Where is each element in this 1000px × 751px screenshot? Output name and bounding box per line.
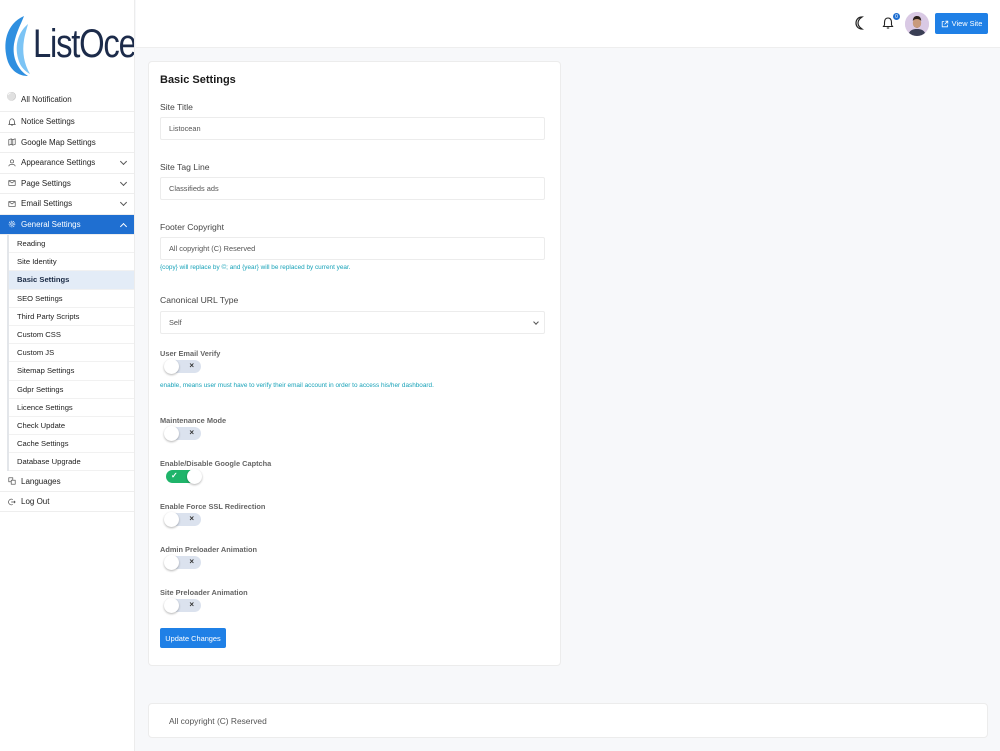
canonical-url-type-select[interactable]: Self xyxy=(160,311,545,334)
logo[interactable]: ListOcean xyxy=(0,0,135,92)
sidebar-item-languages[interactable]: Languages xyxy=(0,471,134,492)
canonical-url-type-value: Self xyxy=(169,318,182,327)
site-tag-line-input[interactable]: Classifieds ads xyxy=(160,177,545,200)
force-ssl-toggle[interactable]: × xyxy=(164,512,201,527)
notification-count-badge: 0 xyxy=(893,13,900,20)
submenu-item-licence-settings[interactable]: Licence Settings xyxy=(9,399,134,417)
google-captcha-label: Enable/Disable Google Captcha xyxy=(160,459,272,468)
sidebar-item-email-settings[interactable]: Email Settings xyxy=(0,194,134,215)
toggle-knob xyxy=(164,598,179,613)
submenu-item-custom-js[interactable]: Custom JS xyxy=(9,344,134,363)
submenu-item-sitemap-settings[interactable]: Sitemap Settings xyxy=(9,362,134,381)
submenu-item-cache-settings[interactable]: Cache Settings xyxy=(9,435,134,454)
sidebar: ListOcean ⚪ All Notification Notice Sett… xyxy=(0,0,135,751)
site-preloader-toggle[interactable]: × xyxy=(164,598,201,613)
submenu-item-check-update[interactable]: Check Update xyxy=(9,417,134,436)
language-icon xyxy=(7,477,16,486)
user-email-verify-help: enable, means user must have to verify t… xyxy=(160,382,434,389)
mail-icon xyxy=(7,179,16,188)
admin-preloader-label: Admin Preloader Animation xyxy=(160,545,258,554)
sidebar-item-appearance-settings[interactable]: Appearance Settings xyxy=(0,153,134,174)
sidebar-item-page-settings[interactable]: Page Settings xyxy=(0,174,134,194)
submenu-item-custom-css[interactable]: Custom CSS xyxy=(9,326,134,345)
sidebar-item-general-settings[interactable]: General Settings xyxy=(0,214,134,235)
google-captcha-toggle[interactable]: ✓ xyxy=(166,469,202,484)
toggle-knob xyxy=(164,512,179,527)
submenu-item-basic-settings[interactable]: Basic Settings xyxy=(9,271,134,290)
sidebar-item-notice-settings[interactable]: Notice Settings xyxy=(0,112,134,133)
submenu-item-site-identity[interactable]: Site Identity xyxy=(9,253,134,272)
avatar-image xyxy=(905,12,929,36)
site-title-label: Site Title xyxy=(160,102,193,112)
people-icon xyxy=(7,158,16,167)
site-tag-line-label: Site Tag Line xyxy=(160,162,210,172)
toggle-knob xyxy=(164,359,179,374)
user-avatar[interactable] xyxy=(905,12,929,36)
chevron-up-icon xyxy=(119,222,128,230)
maintenance-mode-toggle[interactable]: × xyxy=(164,426,201,441)
bell-icon: ⚪ xyxy=(6,92,17,101)
x-icon: × xyxy=(189,600,194,609)
toggle-knob xyxy=(187,469,202,484)
update-changes-button[interactable]: Update Changes xyxy=(160,628,226,648)
x-icon: × xyxy=(189,557,194,566)
chevron-down-icon xyxy=(119,198,128,207)
chevron-down-icon xyxy=(119,178,128,186)
submenu-item-reading[interactable]: Reading xyxy=(9,235,134,254)
map-icon xyxy=(7,138,16,147)
maintenance-mode-label: Maintenance Mode xyxy=(160,416,227,425)
notification-bell-icon[interactable] xyxy=(882,16,894,30)
submenu-item-gdpr-settings[interactable]: Gdpr Settings xyxy=(9,381,134,399)
footer-copyright-label: Footer Copyright xyxy=(160,222,225,232)
chevron-down-icon xyxy=(119,157,128,166)
bell-icon xyxy=(7,117,16,126)
x-icon: × xyxy=(189,514,194,523)
toggle-knob xyxy=(164,426,179,441)
external-link-icon xyxy=(941,20,948,27)
site-preloader-label: Site Preloader Animation xyxy=(160,588,248,597)
sidebar-item-all-notification[interactable]: ⚪ All Notification xyxy=(0,92,134,112)
footer-copyright-input[interactable]: All copyright (C) Reserved xyxy=(160,237,545,260)
admin-preloader-toggle[interactable]: × xyxy=(164,555,201,570)
logo-mark-icon xyxy=(5,16,30,76)
gear-icon xyxy=(7,220,16,229)
submenu-item-database-upgrade[interactable]: Database Upgrade xyxy=(9,453,134,472)
basic-settings-card: Basic Settings Site Title Listocean Site… xyxy=(148,61,561,666)
toggle-knob xyxy=(164,555,179,570)
sidebar-item-log-out[interactable]: Log Out xyxy=(0,492,134,513)
chevron-down-icon xyxy=(533,319,539,325)
page-footer: All copyright (C) Reserved xyxy=(148,703,988,738)
sidebar-menu: ⚪ All Notification Notice Settings Googl… xyxy=(0,92,134,513)
force-ssl-label: Enable Force SSL Redirection xyxy=(160,502,266,511)
canonical-url-type-label: Canonical URL Type xyxy=(160,295,239,305)
general-settings-submenu: Reading Site Identity Basic Settings SEO… xyxy=(7,235,134,472)
view-site-button[interactable]: View Site xyxy=(935,13,988,34)
user-email-verify-toggle[interactable]: × xyxy=(164,359,201,374)
x-icon: × xyxy=(189,361,194,370)
check-icon: ✓ xyxy=(171,471,178,480)
logout-icon xyxy=(7,497,16,506)
footer-copyright-help: {copy} will replace by ©; and {year} wil… xyxy=(160,264,351,271)
submenu-item-seo-settings[interactable]: SEO Settings xyxy=(9,290,134,308)
submenu-item-third-party-scripts[interactable]: Third Party Scripts xyxy=(9,308,134,326)
footer-copyright-text: All copyright (C) Reserved xyxy=(169,716,267,726)
user-email-verify-label: User Email Verify xyxy=(160,349,221,358)
top-bar: 0 View Site xyxy=(136,0,1000,48)
card-title: Basic Settings xyxy=(160,74,236,86)
x-icon: × xyxy=(189,428,194,437)
sidebar-item-google-map-settings[interactable]: Google Map Settings xyxy=(0,133,134,153)
moon-icon[interactable] xyxy=(854,16,866,30)
logo-text: ListOcean xyxy=(33,22,135,66)
site-title-input[interactable]: Listocean xyxy=(160,117,545,140)
mail-icon xyxy=(7,199,16,208)
